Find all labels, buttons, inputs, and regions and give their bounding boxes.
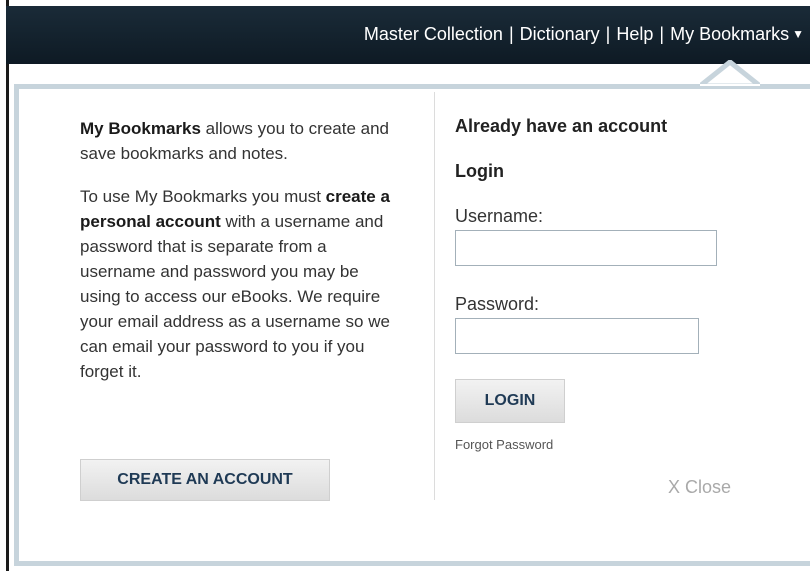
nav-separator: | bbox=[508, 24, 514, 44]
username-input[interactable] bbox=[455, 230, 717, 266]
nav-master-collection[interactable]: Master Collection bbox=[364, 24, 503, 44]
create-account-button[interactable]: CREATE AN ACCOUNT bbox=[80, 459, 330, 501]
top-navigation-bar: Master Collection | Dictionary | Help | My Boo… bbox=[6, 6, 810, 64]
description-bold-product: My Bookmarks bbox=[80, 119, 201, 138]
nav-separator: | bbox=[659, 24, 665, 44]
nav-separator: | bbox=[605, 24, 611, 44]
nav-help[interactable]: Help bbox=[616, 24, 653, 44]
username-label: Username: bbox=[455, 206, 544, 226]
close-link[interactable]: X Close bbox=[668, 477, 731, 498]
description-text: with a username and password that is sep… bbox=[80, 212, 390, 381]
nav-dictionary[interactable]: Dictionary bbox=[520, 24, 600, 44]
column-divider bbox=[434, 92, 435, 500]
caret-down-icon: ▼ bbox=[792, 27, 804, 41]
description-paragraph-2: To use My Bookmarks you must create a pe… bbox=[80, 184, 390, 384]
panel-pointer-notch bbox=[700, 60, 760, 86]
description-paragraph-1: My Bookmarks allows you to create and sa… bbox=[80, 116, 390, 166]
login-heading: Login bbox=[455, 161, 504, 181]
password-input[interactable] bbox=[455, 318, 699, 354]
already-have-account-heading: Already have an account bbox=[455, 116, 668, 136]
nav-my-bookmarks-label: My Bookmarks bbox=[670, 24, 790, 44]
password-label: Password: bbox=[455, 294, 540, 314]
forgot-password-link[interactable]: Forgot Password bbox=[455, 437, 553, 452]
bookmarks-description: My Bookmarks allows you to create and sa… bbox=[80, 116, 390, 402]
login-button[interactable]: LOGIN bbox=[455, 379, 565, 423]
nav-my-bookmarks[interactable]: My Bookmarks ▼ bbox=[670, 24, 804, 44]
top-nav: Master Collection | Dictionary | Help | My Boo… bbox=[364, 24, 804, 45]
description-text: To use My Bookmarks you must bbox=[80, 187, 326, 206]
